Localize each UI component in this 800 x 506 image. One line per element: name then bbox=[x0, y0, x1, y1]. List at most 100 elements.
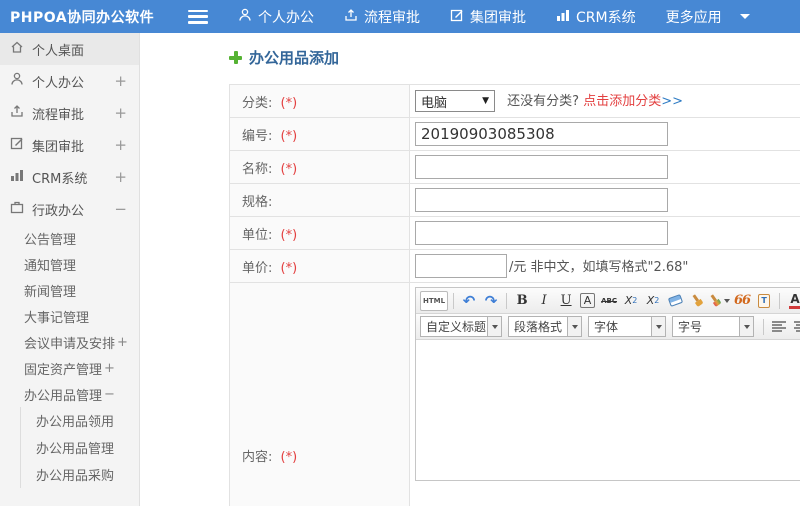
add-category-link[interactable]: 点击添加分类 bbox=[583, 94, 661, 109]
price-input[interactable] bbox=[415, 254, 507, 278]
sidebar-item-admin-office[interactable]: 行政办公 − bbox=[0, 193, 139, 225]
align-center-button[interactable] bbox=[791, 317, 800, 337]
category-label-cell: 分类: (*) bbox=[229, 84, 410, 118]
main-content: 办公用品添加 分类: (*) 电脑 ▼ 还没有分类? 点击添加分类>> 编号: … bbox=[141, 33, 800, 506]
editor-toolbar-row1: HTML ↶ ↷ B I U A ABC X2 X2 66 T A bbox=[416, 288, 800, 314]
form-row-spec: 规格: bbox=[229, 183, 800, 217]
expand-plus[interactable]: + bbox=[104, 361, 115, 376]
required-mark: (*) bbox=[280, 260, 298, 276]
menu-toggle-icon[interactable] bbox=[188, 9, 208, 24]
font-color-button[interactable]: A bbox=[785, 291, 800, 311]
category-selected-value: 电脑 bbox=[421, 95, 448, 111]
name-label-cell: 名称: (*) bbox=[229, 150, 410, 184]
sidebar-item-group-approval[interactable]: 集团审批 + bbox=[0, 129, 139, 161]
person-icon bbox=[10, 72, 32, 90]
collapse-minus[interactable]: − bbox=[104, 387, 115, 402]
sidebar-item-supplies-management[interactable]: 办公用品管理 bbox=[21, 434, 139, 461]
paste-button[interactable]: T bbox=[754, 291, 774, 311]
code-input[interactable] bbox=[415, 122, 668, 146]
sidebar-item-label: 会议申请及安排 bbox=[24, 336, 116, 352]
editor-content-area[interactable] bbox=[416, 340, 800, 480]
required-mark: (*) bbox=[280, 161, 298, 177]
nav-label: 个人办公 bbox=[258, 9, 314, 26]
font-family-select[interactable]: 字体 bbox=[588, 316, 666, 337]
category-select[interactable]: 电脑 ▼ bbox=[415, 90, 495, 113]
unit-input[interactable] bbox=[415, 221, 668, 245]
sidebar-item-fixed-assets-mgmt[interactable]: 固定资产管理 + bbox=[0, 355, 139, 381]
category-hint: 还没有分类? bbox=[507, 93, 580, 109]
sidebar-item-label: 固定资产管理 bbox=[24, 362, 103, 378]
add-category-link-arrows[interactable]: >> bbox=[661, 94, 683, 109]
required-mark: (*) bbox=[280, 449, 298, 465]
sidebar-item-notice-mgmt[interactable]: 通知管理 bbox=[0, 251, 139, 277]
code-label: 编号: bbox=[242, 128, 273, 144]
upload-icon bbox=[344, 8, 364, 26]
sidebar-item-label: CRM系统 bbox=[32, 171, 88, 187]
superscript-button[interactable]: X2 bbox=[621, 291, 641, 311]
nav-group-approval[interactable]: 集团审批 bbox=[450, 7, 526, 27]
color-brush-icon bbox=[707, 291, 725, 309]
redo-icon[interactable]: ↷ bbox=[481, 291, 501, 311]
sidebar-item-supplies-requisition[interactable]: 办公用品领用 bbox=[21, 407, 139, 434]
sidebar-item-label: 个人桌面 bbox=[32, 43, 85, 59]
nav-label: 流程审批 bbox=[364, 9, 420, 26]
sidebar-item-label: 办公用品管理 bbox=[24, 388, 103, 404]
spec-input[interactable] bbox=[415, 188, 668, 212]
sidebar: 个人桌面 个人办公 + 流程审批 + 集团审批 + CRM系统 + 行政办公 − bbox=[0, 33, 140, 506]
format-painter-button[interactable] bbox=[687, 291, 707, 311]
sidebar-item-announcement-mgmt[interactable]: 公告管理 bbox=[0, 225, 139, 251]
topbar: PHPOA协同办公软件 个人办公 流程审批 集团审批 CRM系统 更多应用 bbox=[0, 0, 800, 33]
bold-button[interactable]: B bbox=[512, 291, 532, 311]
expand-plus[interactable]: + bbox=[114, 72, 127, 90]
caret-down-icon bbox=[739, 14, 750, 19]
italic-button[interactable]: I bbox=[534, 291, 554, 311]
content-label-cell: 内容: (*) bbox=[229, 282, 410, 506]
custom-heading-select[interactable]: 自定义标题 bbox=[420, 316, 502, 337]
rich-text-editor: HTML ↶ ↷ B I U A ABC X2 X2 66 T A 自定义标题 … bbox=[415, 287, 800, 481]
sidebar-item-supplies-purchase[interactable]: 办公用品采购 bbox=[21, 461, 139, 488]
sidebar-item-memorabilia-mgmt[interactable]: 大事记管理 bbox=[0, 303, 139, 329]
nav-label: 集团审批 bbox=[470, 9, 526, 26]
expand-plus[interactable]: + bbox=[117, 335, 128, 350]
blockquote-button[interactable]: 66 bbox=[732, 291, 752, 311]
sidebar-item-workflow-approval[interactable]: 流程审批 + bbox=[0, 97, 139, 129]
sidebar-item-meeting-mgmt[interactable]: 会议申请及安排 + bbox=[0, 329, 139, 355]
name-input[interactable] bbox=[415, 155, 668, 179]
paint-format-dropdown[interactable] bbox=[707, 291, 731, 311]
eraser-button[interactable] bbox=[665, 291, 685, 311]
undo-icon[interactable]: ↶ bbox=[459, 291, 479, 311]
font-size-select[interactable]: 字号 bbox=[672, 316, 754, 337]
font-style-button[interactable]: A bbox=[580, 293, 596, 308]
sidebar-item-personal-office[interactable]: 个人办公 + bbox=[0, 65, 139, 97]
html-source-button[interactable]: HTML bbox=[420, 290, 449, 311]
sidebar-item-desktop[interactable]: 个人桌面 bbox=[0, 33, 139, 65]
form-row-price: 单价: (*) /元 非中文，如填写格式"2.68" bbox=[229, 249, 800, 283]
sidebar-item-label: 个人办公 bbox=[32, 75, 85, 91]
page-title: 办公用品添加 bbox=[229, 47, 800, 68]
edit-icon bbox=[450, 8, 470, 26]
nav-more-apps[interactable]: 更多应用 bbox=[666, 7, 750, 27]
underline-button[interactable]: U bbox=[556, 291, 576, 311]
sidebar-item-label: 大事记管理 bbox=[24, 310, 90, 326]
nav-crm-system[interactable]: CRM系统 bbox=[556, 7, 636, 27]
sidebar-item-crm[interactable]: CRM系统 + bbox=[0, 161, 139, 193]
expand-plus[interactable]: + bbox=[114, 136, 127, 154]
paragraph-format-select[interactable]: 段落格式 bbox=[508, 316, 582, 337]
form-row-content: 内容: (*) HTML ↶ ↷ B I U A ABC X 2 X 2 66 … bbox=[229, 282, 800, 506]
sidebar-item-news-mgmt[interactable]: 新闻管理 bbox=[0, 277, 139, 303]
expand-plus[interactable]: + bbox=[114, 168, 127, 186]
expand-plus[interactable]: + bbox=[114, 104, 127, 122]
collapse-minus[interactable]: − bbox=[114, 200, 127, 218]
sidebar-item-office-supplies-mgmt[interactable]: 办公用品管理 − bbox=[0, 381, 139, 407]
strikethrough-button[interactable]: ABC bbox=[599, 291, 619, 311]
content-label: 内容: bbox=[242, 449, 273, 465]
nav-workflow-approval[interactable]: 流程审批 bbox=[344, 7, 420, 27]
align-left-button[interactable] bbox=[769, 317, 789, 337]
sidebar-item-label: 通知管理 bbox=[24, 258, 77, 274]
sidebar-item-label: 办公用品采购 bbox=[36, 469, 115, 484]
editor-toolbar-row2: 自定义标题 段落格式 字体 字号 bbox=[416, 314, 800, 340]
subscript-button[interactable]: X2 bbox=[643, 291, 663, 311]
page-title-text: 办公用品添加 bbox=[249, 49, 340, 67]
sidebar-item-label: 行政办公 bbox=[32, 203, 85, 219]
nav-personal-office[interactable]: 个人办公 bbox=[238, 7, 314, 27]
